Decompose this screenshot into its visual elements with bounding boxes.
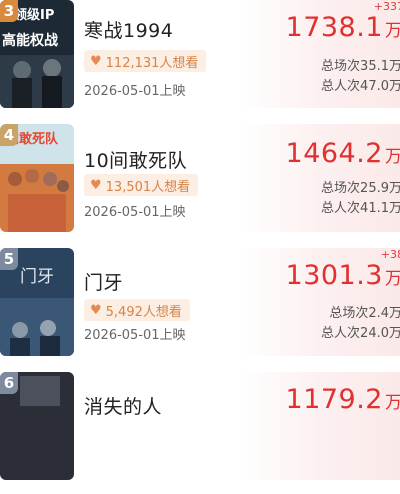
total-viewers: 总人次24.0万	[321, 326, 400, 341]
total-viewers: 总人次41.1万	[321, 201, 400, 216]
heart-icon: ♥	[90, 177, 102, 193]
box-office-panel: +38 1301.3万 总场次2.4万 总人次24.0万	[240, 248, 400, 356]
box-office-amount: 1301.3 万	[286, 260, 400, 291]
want-count-text: 5,492人想看	[105, 304, 182, 320]
movie-title[interactable]: 寒战1994	[84, 16, 173, 43]
poster-caption-2: 高能权战	[2, 33, 58, 49]
box-office-panel: 1179.2 万	[240, 372, 400, 480]
total-sessions: 总场次35.1万	[321, 59, 400, 74]
release-date: 2026-05-01上映	[84, 84, 186, 99]
box-office-panel: +337 1738.1万 总场次35.1万 总人次47.0万	[240, 0, 400, 108]
movie-row[interactable]: 领级IP 高能权战 3 寒战1994 ♥ 112,131人想看 2026-05-…	[0, 0, 400, 122]
want-count-text: 13,501人想看	[105, 179, 191, 195]
movie-row[interactable]: 6 消失的人 1179.2 万	[0, 372, 400, 494]
movie-title[interactable]: 10间敢死队	[84, 146, 187, 173]
movie-title[interactable]: 消失的人	[84, 392, 162, 419]
movie-poster[interactable]: 门牙 5	[0, 248, 74, 356]
total-sessions: 总场次25.9万	[321, 181, 400, 196]
amount-number: 1301.3	[285, 260, 383, 291]
poster-caption-1: 门牙	[20, 267, 54, 287]
movie-poster[interactable]: 领级IP 高能权战 3	[0, 0, 74, 108]
movie-row[interactable]: 门牙 5 门牙 ♥ 5,492人想看 2026-05-01上映 +38 1301…	[0, 248, 400, 370]
movie-poster[interactable]: 6	[0, 372, 74, 480]
amount-unit: 万	[385, 21, 400, 41]
rank-badge: 6	[0, 372, 18, 394]
want-count-badge: ♥ 13,501人想看	[84, 174, 199, 196]
movie-poster[interactable]: 间敢死队 4	[0, 124, 74, 232]
box-office-amount: 1464.2 万	[286, 138, 400, 169]
movie-row[interactable]: 间敢死队 4 10间敢死队 ♥ 13,501人想看 2026-05-01上映 1…	[0, 124, 400, 246]
total-viewers: 总人次47.0万	[321, 79, 400, 94]
want-count-badge: ♥ 112,131人想看	[84, 50, 207, 72]
rank-badge: 5	[0, 248, 18, 270]
amount-unit: 万	[385, 269, 400, 289]
rank-badge: 3	[0, 0, 18, 22]
want-count-badge: ♥ 5,492人想看	[84, 299, 190, 321]
heart-icon: ♥	[90, 302, 102, 318]
box-office-amount: 1738.1 万	[286, 12, 400, 43]
amount-number: 1738.1	[285, 12, 383, 43]
release-date: 2026-05-01上映	[84, 328, 186, 343]
box-office-panel: 1464.2 万 总场次25.9万 总人次41.1万	[240, 124, 400, 232]
movie-title[interactable]: 门牙	[84, 268, 123, 295]
box-office-list: 领级IP 高能权战 3 寒战1994 ♥ 112,131人想看 2026-05-…	[0, 0, 400, 494]
amount-unit: 万	[385, 147, 400, 167]
release-date: 2026-05-01上映	[84, 205, 186, 220]
want-count-text: 112,131人想看	[105, 55, 199, 71]
poster-caption-1: 领级IP	[14, 8, 55, 23]
amount-unit: 万	[385, 393, 400, 413]
amount-number: 1464.2	[285, 138, 383, 169]
rank-badge: 4	[0, 124, 18, 146]
total-sessions: 总场次2.4万	[329, 306, 400, 321]
heart-icon: ♥	[90, 53, 102, 69]
